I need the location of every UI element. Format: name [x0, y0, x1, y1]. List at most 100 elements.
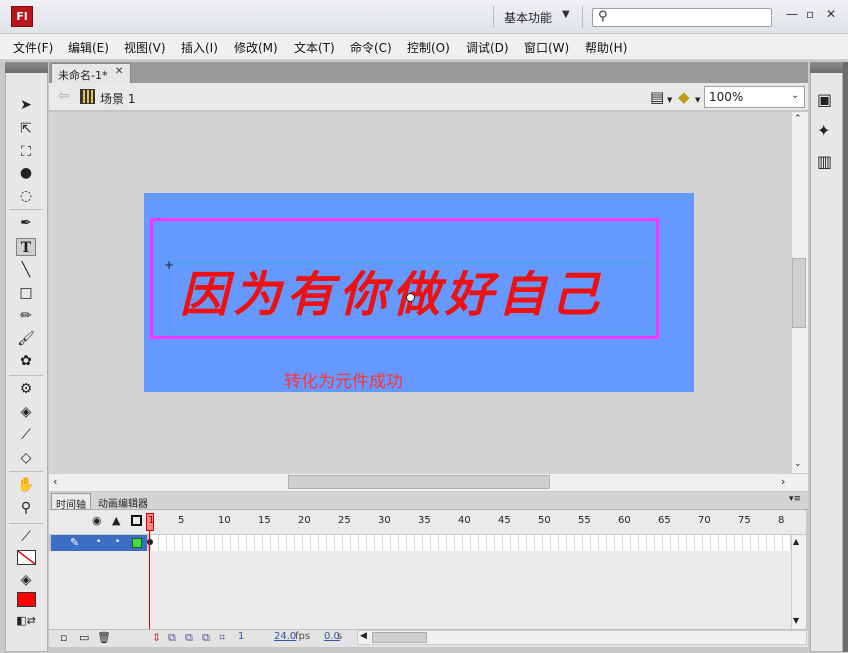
minimize-button[interactable]: —: [786, 7, 798, 21]
center-frame-icon[interactable]: ⇕: [152, 631, 161, 644]
scroll-down-icon[interactable]: ▼: [793, 616, 799, 625]
workspace-switcher-label[interactable]: 基本功能: [504, 9, 552, 26]
timeline-vertical-scrollbar[interactable]: [791, 535, 806, 629]
edit-symbols-icon[interactable]: ◆: [678, 88, 690, 106]
brush-tool-icon[interactable]: 🖌: [16, 330, 36, 348]
layer-outline-color[interactable]: [132, 538, 142, 548]
menu-commands[interactable]: 命令(C): [350, 39, 392, 56]
eraser-tool-icon[interactable]: ◇: [16, 449, 36, 467]
pen-tool-icon[interactable]: ✒: [16, 214, 36, 232]
tools-panel-header[interactable]: [5, 62, 48, 73]
menu-debug[interactable]: 调试(D): [466, 39, 509, 56]
stage-vertical-scroll-thumb[interactable]: [792, 258, 806, 328]
back-arrow-icon[interactable]: ⇦: [58, 88, 70, 104]
scroll-right-icon[interactable]: ›: [781, 475, 785, 488]
maximize-button[interactable]: ▫: [806, 7, 814, 21]
new-layer-icon[interactable]: ▫: [60, 631, 67, 644]
menu-insert[interactable]: 插入(I): [181, 39, 218, 56]
chevron-down-icon[interactable]: ⌄: [791, 90, 799, 101]
fill-color-swatch[interactable]: [17, 592, 36, 607]
frame-number: 40: [458, 515, 471, 526]
scroll-up-icon[interactable]: ▲: [793, 537, 799, 546]
edit-multiple-frames-icon[interactable]: ⧉: [202, 631, 210, 645]
lock-icon[interactable]: ▲: [112, 514, 120, 527]
menu-edit[interactable]: 编辑(E): [68, 39, 109, 56]
delete-layer-icon[interactable]: 🗑: [97, 631, 111, 644]
lock-dot[interactable]: •: [115, 537, 120, 547]
tab-motion-editor[interactable]: 动画编辑器: [94, 493, 156, 510]
frame-rate[interactable]: 24.0: [274, 631, 296, 642]
library-panel-icon[interactable]: ▥: [817, 152, 832, 171]
rectangle-tool-icon[interactable]: □: [16, 284, 36, 302]
line-tool-icon[interactable]: ╲: [16, 261, 36, 279]
subselection-tool-icon[interactable]: ⇱: [16, 120, 36, 138]
tab-timeline[interactable]: 时间轴: [51, 493, 91, 511]
search-input[interactable]: [592, 8, 772, 27]
lasso-tool-icon[interactable]: ◌: [16, 187, 36, 205]
collapsed-panels-header[interactable]: [810, 62, 843, 73]
scroll-up-icon[interactable]: ⌃: [794, 114, 802, 124]
transform-point-icon[interactable]: [406, 293, 415, 302]
text-tool-icon[interactable]: T: [16, 238, 36, 256]
3d-rotation-tool-icon[interactable]: ●: [16, 164, 36, 182]
frame-number: 45: [498, 515, 511, 526]
frame-number: 8: [778, 515, 785, 526]
menu-help[interactable]: 帮助(H): [585, 39, 627, 56]
color-panel-icon[interactable]: ✦: [817, 121, 830, 140]
onion-skin-icon[interactable]: ⧉: [168, 631, 176, 645]
timeline-horizontal-scroll-thumb[interactable]: [372, 632, 427, 643]
frame-number: 30: [378, 515, 391, 526]
new-folder-icon[interactable]: ▭: [79, 631, 89, 644]
tool-separator: [9, 471, 43, 472]
pencil-icon: ✎: [70, 536, 80, 549]
zoom-tool-icon[interactable]: ⚲: [16, 499, 36, 517]
menu-text[interactable]: 文本(T): [294, 39, 335, 56]
swap-colors-icon[interactable]: ◧⇄: [16, 612, 36, 630]
bone-tool-icon[interactable]: ⚙: [16, 380, 36, 398]
onion-skin-outlines-icon[interactable]: ⧉: [185, 631, 193, 645]
stage-text[interactable]: 因为有你做好自己: [180, 262, 604, 328]
chevron-down-icon[interactable]: ▼: [562, 9, 570, 20]
panel-edge: [843, 62, 848, 652]
eye-icon[interactable]: ◉: [92, 514, 102, 527]
menu-modify[interactable]: 修改(M): [234, 39, 278, 56]
selection-tool-icon[interactable]: ➤: [16, 96, 36, 114]
close-button[interactable]: ✕: [826, 7, 836, 21]
zoom-select[interactable]: 100%: [704, 86, 805, 108]
registration-point-icon: +: [164, 258, 175, 272]
visibility-dot[interactable]: •: [96, 537, 101, 547]
properties-panel-icon[interactable]: ▣: [817, 90, 832, 109]
chevron-down-icon[interactable]: ▼: [695, 96, 700, 104]
menu-view[interactable]: 视图(V): [124, 39, 166, 56]
paint-bucket-tool-icon[interactable]: ◈: [16, 403, 36, 421]
frames-row[interactable]: [151, 535, 791, 551]
free-transform-tool-icon[interactable]: ⛶: [16, 143, 36, 161]
menu-window[interactable]: 窗口(W): [524, 39, 569, 56]
scene-label: 场景 1: [100, 92, 136, 106]
stage-horizontal-scroll-thumb[interactable]: [288, 475, 550, 489]
deco-tool-icon[interactable]: ✿: [16, 352, 36, 370]
close-tab-icon[interactable]: ✕: [115, 66, 123, 77]
hand-tool-icon[interactable]: ✋: [16, 476, 36, 494]
keyframe[interactable]: [147, 539, 153, 545]
chevron-down-icon[interactable]: ▼: [667, 96, 672, 104]
stroke-color-icon[interactable]: ⟋: [16, 528, 36, 546]
menu-file[interactable]: 文件(F): [13, 39, 53, 56]
frame-number: 1: [148, 515, 155, 526]
stroke-color-swatch[interactable]: [17, 550, 36, 565]
fill-color-icon[interactable]: ◈: [16, 571, 36, 589]
eyedropper-tool-icon[interactable]: ⟋: [16, 426, 36, 444]
edit-scene-icon[interactable]: ▤: [650, 88, 664, 106]
outline-icon[interactable]: [131, 515, 142, 526]
scroll-left-icon[interactable]: ◀: [360, 631, 367, 641]
menu-control[interactable]: 控制(O): [407, 39, 450, 56]
modify-markers-icon[interactable]: ⌗: [219, 631, 225, 645]
scroll-left-icon[interactable]: ‹: [53, 475, 57, 488]
pencil-tool-icon[interactable]: ✏: [16, 307, 36, 325]
frame-number: 15: [258, 515, 271, 526]
scroll-down-icon[interactable]: ⌄: [794, 459, 802, 469]
frame-number: 10: [218, 515, 231, 526]
frame-number: 60: [618, 515, 631, 526]
panel-menu-icon[interactable]: ▾≡: [789, 494, 801, 504]
document-tab-bar: [49, 62, 808, 83]
